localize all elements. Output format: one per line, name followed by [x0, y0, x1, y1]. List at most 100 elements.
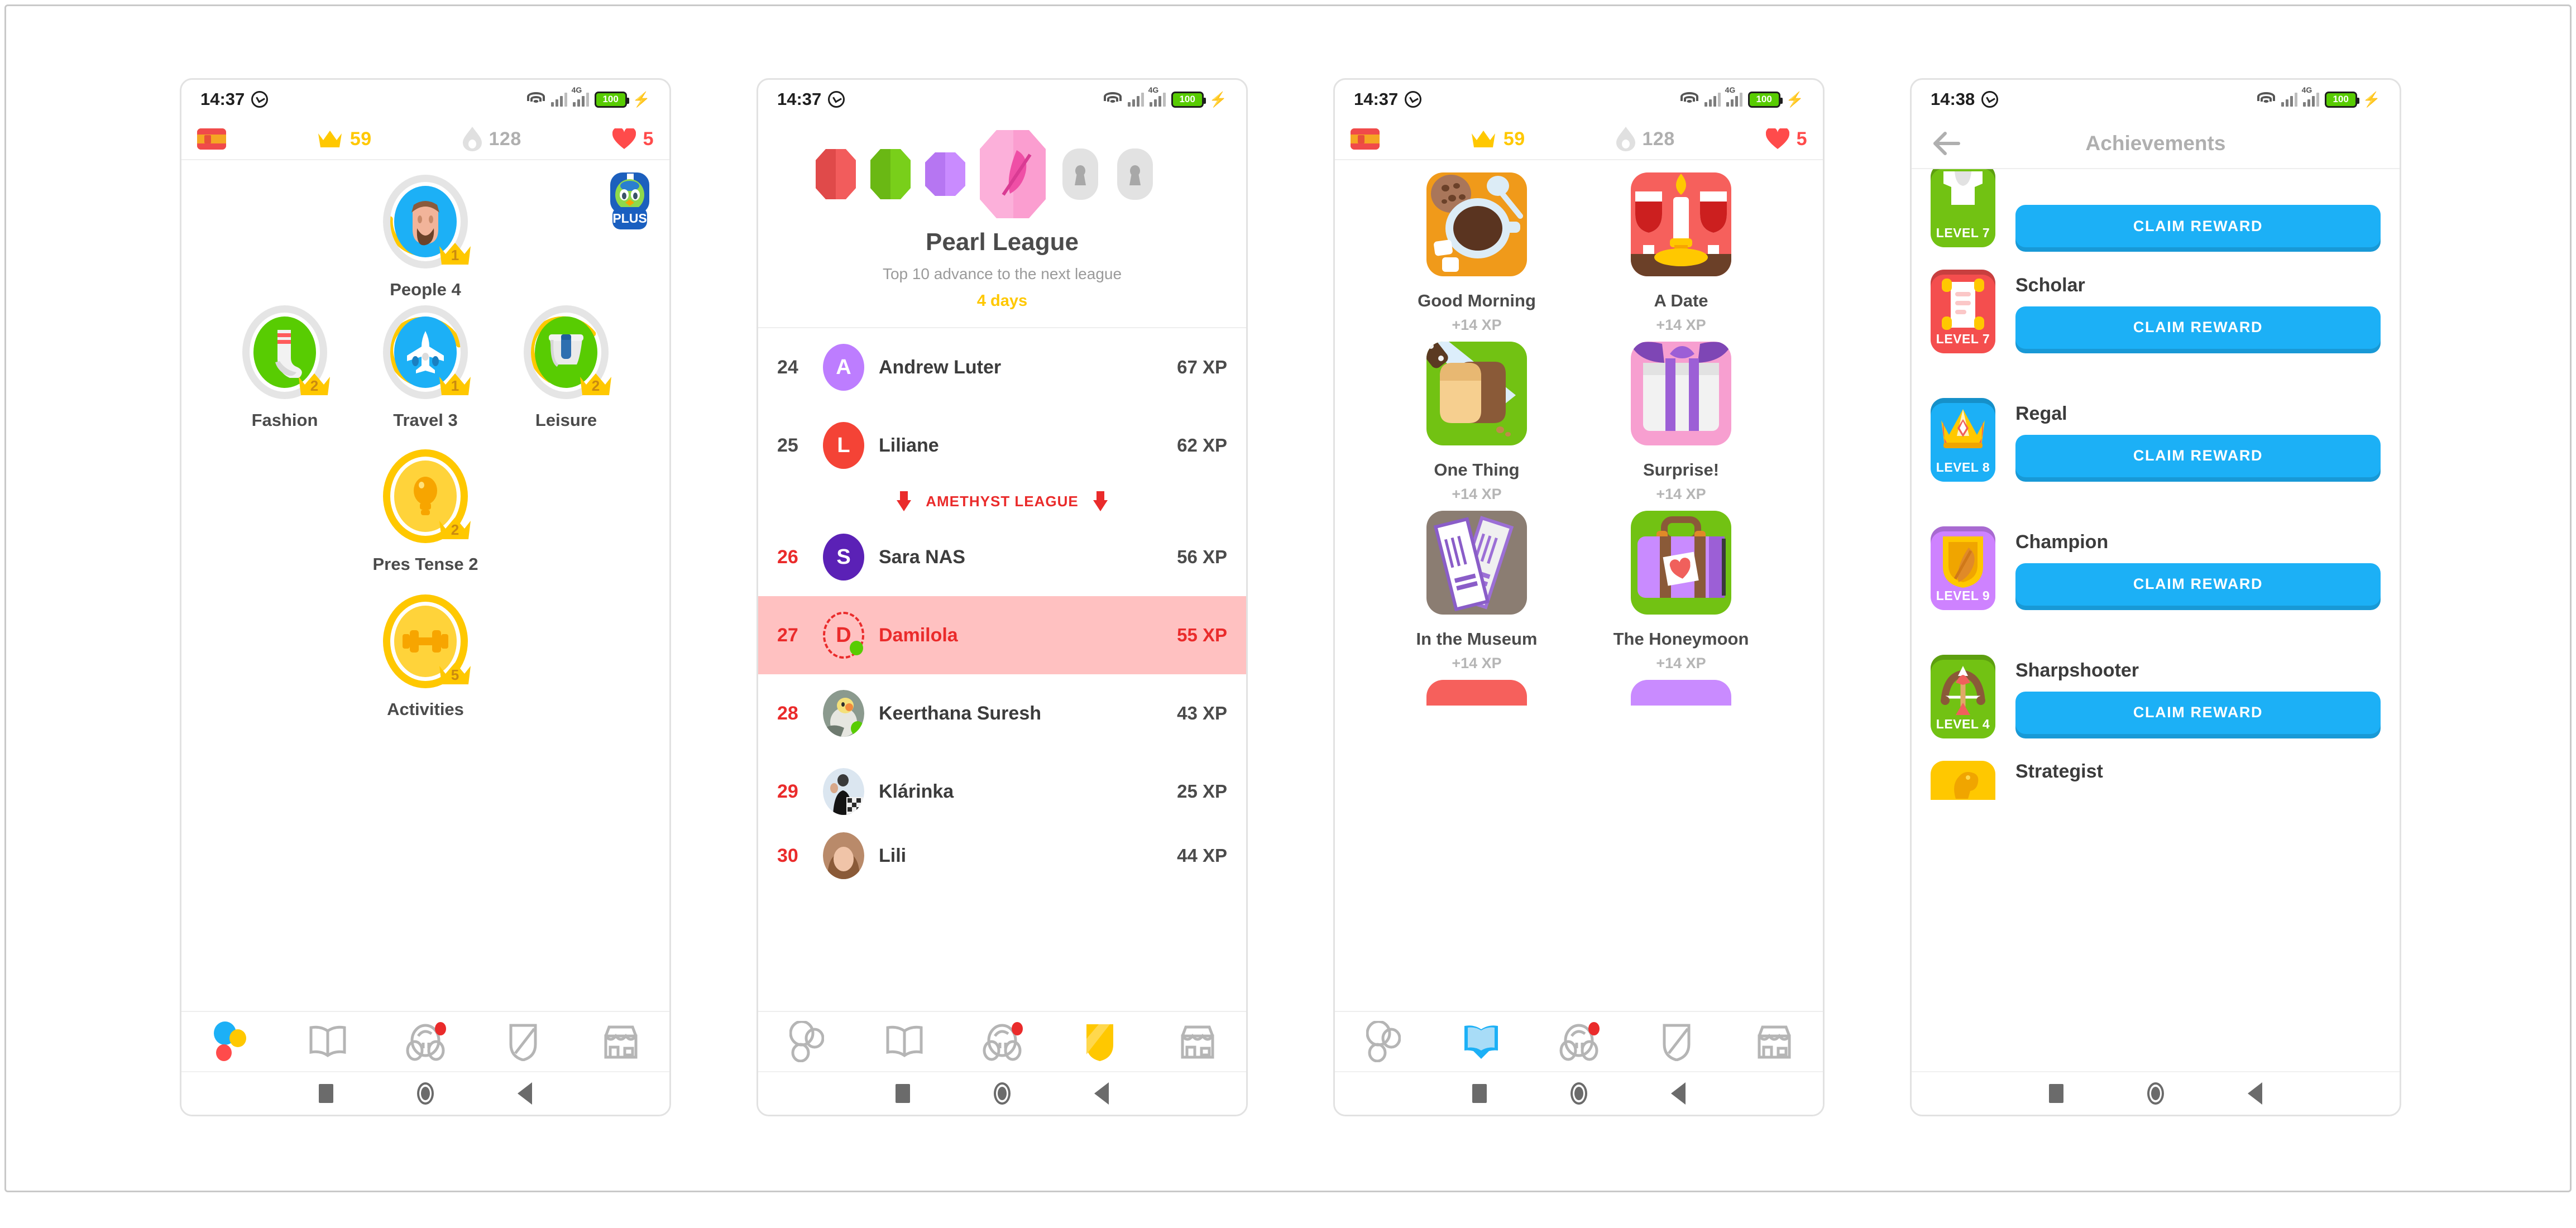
table-row[interactable]: 26 S Sara NAS 56 XP [758, 518, 1246, 596]
table-row[interactable]: 29 Klárinka 25 XP [758, 752, 1246, 831]
amethyst-gem-icon[interactable] [925, 145, 965, 207]
recents-button[interactable] [896, 1084, 910, 1103]
streak-counter[interactable]: 128 [1616, 127, 1675, 151]
profile-tab[interactable] [398, 1020, 453, 1063]
story-card-the-honeymoon[interactable]: The Honeymoon +14 XP [1597, 511, 1765, 672]
profile-tab[interactable] [1552, 1020, 1606, 1063]
hearts-counter[interactable]: 5 [612, 127, 654, 150]
ruby-gem-icon[interactable] [816, 145, 856, 207]
story-xp: +14 XP [1452, 486, 1502, 502]
achievement-row-strategist-partial[interactable]: Strategist [1912, 761, 2400, 828]
stories-tab-active[interactable] [1454, 1020, 1509, 1063]
home-button[interactable] [417, 1082, 434, 1105]
bow-arrow-icon [1931, 663, 1995, 717]
back-button[interactable] [518, 1082, 532, 1105]
claim-reward-button[interactable]: CLAIM REWARD [2015, 306, 2381, 349]
back-button[interactable] [2248, 1082, 2262, 1105]
signal-icon-2: 4G [2302, 85, 2319, 107]
crown-badge: 2 [578, 370, 613, 397]
skill-label: People 4 [390, 280, 461, 299]
duolingo-plus-badge[interactable]: PLUS [607, 172, 653, 231]
achievement-name: Regal [2015, 402, 2067, 424]
story-title: Good Morning [1418, 291, 1536, 310]
achievement-row-champion[interactable]: LEVEL 9 Champion CLAIM REWARD [1912, 504, 2400, 632]
language-selector[interactable] [197, 128, 226, 150]
phone-screen-leaderboard: 14:37 4G 100 ⚡ Pearl League Top 10 advan… [756, 78, 1248, 1116]
table-row[interactable]: 25 L Liliane 62 XP [758, 406, 1246, 485]
story-card-partial[interactable] [1597, 680, 1765, 706]
skill-pres-tense-2[interactable]: 2 Pres Tense 2 [370, 449, 481, 574]
streak-counter[interactable]: 128 [462, 127, 521, 151]
locked-gem-icon[interactable] [1060, 146, 1100, 205]
story-card-in-the-museum[interactable]: In the Museum +14 XP [1393, 511, 1560, 672]
learn-tab[interactable] [779, 1020, 834, 1063]
xp-value: 62 XP [1177, 435, 1227, 455]
skill-label: Activities [387, 699, 464, 719]
claim-reward-button[interactable]: CLAIM REWARD [2015, 563, 2381, 606]
stories-grid: Good Morning +14 XP A Date +14 XP One Th… [1335, 160, 1823, 997]
charging-bolt-icon: ⚡ [632, 91, 650, 108]
recents-button[interactable] [2049, 1084, 2063, 1103]
table-row[interactable]: 24 A Andrew Luter 67 XP [758, 328, 1246, 406]
claim-reward-button[interactable]: CLAIM REWARD [2015, 205, 2381, 247]
back-arrow-icon[interactable] [1932, 129, 1961, 158]
crown-counter[interactable]: 59 [317, 128, 372, 150]
language-selector[interactable] [1351, 128, 1380, 150]
learn-tab[interactable] [203, 1020, 257, 1063]
stories-tab[interactable] [300, 1020, 355, 1063]
profile-tab[interactable] [975, 1020, 1030, 1063]
story-card-one-thing[interactable]: One Thing +14 XP [1393, 342, 1560, 503]
pearl-gem-icon-active[interactable] [980, 127, 1046, 224]
bottom-nav [758, 1011, 1246, 1071]
achievement-level: LEVEL 9 [1936, 588, 1990, 603]
home-button[interactable] [994, 1082, 1011, 1105]
crown-counter[interactable]: 59 [1471, 128, 1525, 150]
stories-tab[interactable] [877, 1020, 932, 1063]
leagues-tab[interactable] [496, 1020, 550, 1063]
achievement-row-sharpshooter[interactable]: LEVEL 4 Sharpshooter CLAIM REWARD [1912, 632, 2400, 761]
skill-label: Travel 3 [393, 410, 458, 430]
leagues-tab[interactable] [1649, 1020, 1704, 1063]
story-card-partial[interactable] [1393, 680, 1560, 706]
table-row-partial[interactable]: 30 Lili 44 XP [758, 831, 1246, 881]
shop-tab[interactable] [1747, 1020, 1802, 1063]
back-button[interactable] [1671, 1082, 1686, 1105]
home-button[interactable] [1571, 1082, 1587, 1105]
battery-indicator: 100 [1747, 91, 1783, 108]
skill-activities[interactable]: 5 Activities [370, 594, 481, 719]
skill-people-4[interactable]: 1 People 4 [370, 175, 481, 300]
achievement-row-scholar[interactable]: LEVEL 7 Scholar CLAIM REWARD [1912, 247, 2400, 376]
table-row[interactable]: 28 Keerthana Suresh 43 XP [758, 674, 1246, 752]
notification-dot [434, 1022, 446, 1035]
claim-reward-button[interactable]: CLAIM REWARD [2015, 434, 2381, 477]
skill-fashion[interactable]: 2 Fashion [229, 305, 341, 430]
hearts-counter[interactable]: 5 [1765, 127, 1807, 150]
shop-tab[interactable] [1170, 1020, 1225, 1063]
recents-button[interactable] [319, 1084, 333, 1103]
emerald-gem-icon[interactable] [870, 145, 911, 207]
achievement-row-partial[interactable]: LEVEL 7 CLAIM REWARD [1912, 169, 2400, 247]
streak-count: 128 [1642, 128, 1675, 150]
learn-tab[interactable] [1356, 1020, 1411, 1063]
story-xp: +14 XP [1656, 316, 1706, 333]
battery-level: 100 [1747, 91, 1783, 108]
rank: 30 [777, 845, 798, 866]
skill-travel-3[interactable]: 1 Travel 3 [370, 305, 481, 430]
story-card-surprise[interactable]: Surprise! +14 XP [1597, 342, 1765, 503]
gift-art [1631, 342, 1731, 445]
leagues-tab-active[interactable] [1072, 1020, 1127, 1063]
avatar-initial: L [837, 433, 850, 457]
locked-gem-icon[interactable] [1115, 146, 1155, 205]
table-row-current-user[interactable]: 27 D Damilola 55 XP [758, 596, 1246, 674]
shop-tab[interactable] [593, 1020, 648, 1063]
achievement-row-regal[interactable]: LEVEL 8 Regal CLAIM REWARD [1912, 376, 2400, 504]
story-card-a-date[interactable]: A Date +14 XP [1597, 172, 1765, 334]
league-gem-carousel[interactable] [758, 119, 1246, 225]
recents-button[interactable] [1472, 1084, 1487, 1103]
skill-leisure[interactable]: 2 Leisure [510, 305, 622, 430]
home-button[interactable] [2147, 1082, 2164, 1105]
es-flag-icon [1351, 128, 1380, 150]
back-button[interactable] [1094, 1082, 1109, 1105]
claim-reward-button[interactable]: CLAIM REWARD [2015, 691, 2381, 734]
story-card-good-morning[interactable]: Good Morning +14 XP [1393, 172, 1560, 334]
